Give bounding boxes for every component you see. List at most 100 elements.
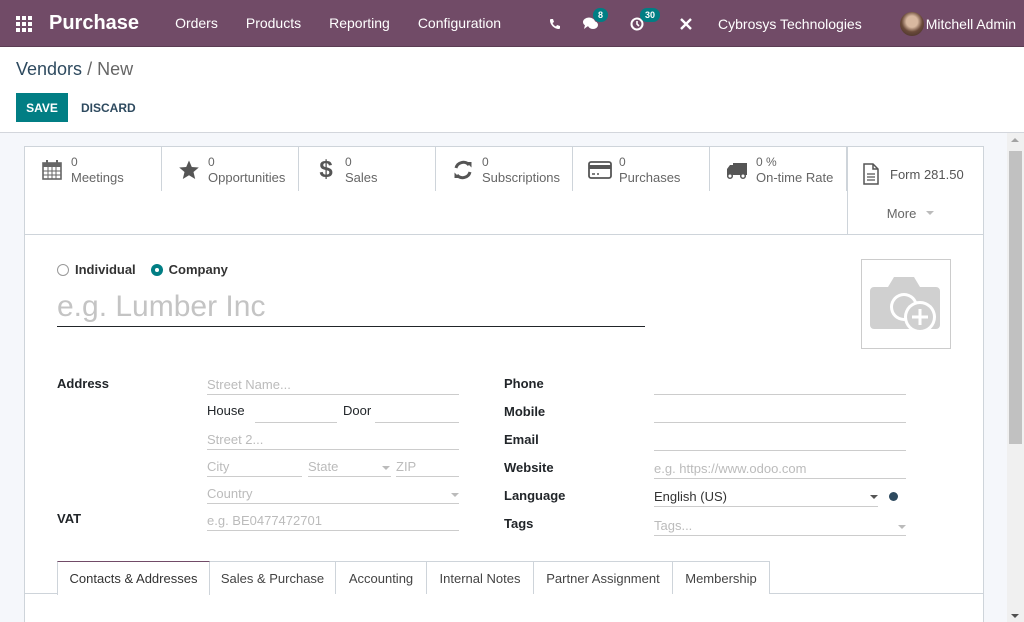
scroll-up-arrow-icon[interactable] [1011, 138, 1019, 142]
sales-button[interactable]: $ 0 Sales [299, 147, 436, 191]
meetings-count: 0 [71, 155, 78, 169]
activities-badge: 30 [640, 7, 661, 22]
image-upload[interactable] [861, 259, 951, 349]
document-icon [862, 163, 880, 185]
city-input[interactable] [207, 457, 302, 477]
menu-configuration[interactable]: Configuration [418, 15, 501, 31]
menu-orders[interactable]: Orders [175, 15, 218, 31]
tab-partner-assignment[interactable]: Partner Assignment [534, 561, 673, 594]
globe-icon[interactable] [889, 492, 898, 501]
messages-icon[interactable]: 8 [583, 7, 609, 31]
vat-input[interactable] [207, 511, 459, 531]
house-label: House [207, 403, 245, 418]
apps-menu-icon[interactable] [16, 16, 34, 32]
discard-button[interactable]: DISCARD [81, 93, 136, 122]
street2-input[interactable] [207, 430, 459, 450]
company-type-radio: Individual Company [57, 262, 243, 277]
vertical-scrollbar[interactable] [1007, 133, 1024, 622]
door-input[interactable] [375, 403, 459, 423]
breadcrumb: Vendors / New [16, 59, 133, 80]
state-chevron-down-icon [382, 466, 390, 470]
tags-input[interactable] [654, 516, 906, 536]
more-label: More [886, 205, 917, 221]
opportunities-button[interactable]: 0 Opportunities [162, 147, 299, 191]
door-label: Door [343, 403, 372, 418]
radio-individual-label[interactable]: Individual [75, 262, 136, 277]
scroll-thumb[interactable] [1009, 151, 1022, 444]
subscriptions-count: 0 [482, 155, 489, 169]
meetings-button[interactable]: 0 Meetings [25, 147, 162, 191]
vat-label: VAT [57, 511, 82, 526]
street-input[interactable] [207, 375, 459, 395]
language-select[interactable]: English (US) [654, 487, 878, 507]
avatar [899, 11, 924, 36]
opportunities-count: 0 [208, 155, 215, 169]
form-view: 0 Meetings 0 Opportunities $ 0 Sales 0 Subsc… [0, 132, 1024, 622]
smart-button-box: 0 Meetings 0 Opportunities $ 0 Sales 0 Subsc… [25, 147, 983, 235]
email-label: Email [504, 432, 539, 447]
notebook-tabs: Contacts & Addresses Sales & Purchase Ac… [25, 561, 983, 595]
name-input[interactable] [57, 287, 645, 327]
phone-input[interactable] [654, 375, 906, 395]
purchases-label: Purchases [619, 170, 681, 185]
email-input[interactable] [654, 431, 906, 451]
tab-internal-notes[interactable]: Internal Notes [427, 561, 534, 594]
zip-input[interactable] [396, 457, 459, 477]
breadcrumb-separator: / [82, 59, 98, 79]
breadcrumb-current: New [97, 59, 134, 79]
activities-icon[interactable]: 30 [630, 7, 661, 31]
calendar-icon [39, 157, 65, 183]
subscriptions-button[interactable]: 0 Subscriptions [436, 147, 573, 191]
tab-contacts-addresses[interactable]: Contacts & Addresses [57, 561, 210, 595]
messages-badge: 8 [593, 7, 609, 22]
on-time-rate-value: 0 % [756, 155, 777, 169]
radio-company-label[interactable]: Company [169, 262, 228, 277]
purchases-count: 0 [619, 155, 626, 169]
address-label: Address [57, 376, 110, 391]
camera-add-icon [870, 277, 940, 333]
house-input[interactable] [255, 403, 337, 423]
country-chevron-down-icon [451, 493, 459, 497]
form-281-label: Form 281.50 [890, 166, 964, 182]
scroll-down-arrow-icon[interactable] [1011, 614, 1019, 618]
user-name: Mitchell Admin [925, 15, 1016, 32]
form-281-group: Form 281.50 More [847, 147, 983, 235]
user-menu[interactable]: Mitchell Admin [899, 11, 1016, 36]
subscriptions-label: Subscriptions [482, 170, 561, 185]
tags-chevron-down-icon [898, 525, 906, 529]
truck-icon [724, 157, 750, 183]
refresh-icon [450, 157, 476, 183]
save-button[interactable]: SAVE [16, 93, 68, 122]
on-time-rate-label: On-time Rate [756, 170, 834, 185]
radio-individual[interactable] [57, 263, 69, 276]
tab-membership[interactable]: Membership [673, 561, 770, 594]
tab-sales-purchase[interactable]: Sales & Purchase [210, 561, 336, 594]
sales-label: Sales [345, 170, 378, 185]
chevron-down-icon [926, 211, 935, 215]
website-label: Website [504, 460, 554, 475]
phone-label: Phone [504, 376, 544, 391]
tools-icon[interactable] [679, 17, 693, 31]
top-navbar: Purchase Orders Products Reporting Confi… [0, 0, 1024, 47]
phone-icon[interactable] [549, 18, 561, 30]
sales-count: 0 [345, 155, 352, 169]
menu-reporting[interactable]: Reporting [329, 15, 390, 31]
more-dropdown[interactable]: More [848, 191, 983, 235]
purchases-button[interactable]: 0 Purchases [573, 147, 710, 191]
form-281-button[interactable]: Form 281.50 [848, 147, 983, 191]
on-time-rate-button[interactable]: 0 % On-time Rate [710, 147, 847, 191]
star-icon [176, 157, 202, 183]
website-input[interactable] [654, 459, 906, 479]
radio-company[interactable] [150, 263, 163, 276]
menu-products[interactable]: Products [246, 15, 301, 31]
mobile-input[interactable] [654, 403, 906, 423]
company-switcher[interactable]: Cybrosys Technologies [718, 16, 862, 32]
country-select[interactable] [207, 484, 459, 504]
tab-accounting[interactable]: Accounting [336, 561, 427, 594]
state-select[interactable] [308, 457, 391, 477]
language-label: Language [504, 488, 566, 503]
app-name[interactable]: Purchase [49, 12, 139, 35]
credit-card-icon [587, 157, 613, 183]
meetings-label: Meetings [71, 170, 124, 185]
breadcrumb-vendors[interactable]: Vendors [16, 59, 82, 79]
